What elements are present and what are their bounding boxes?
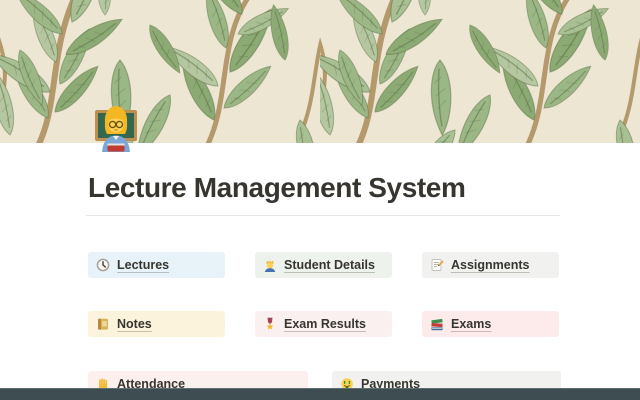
card-exam-results[interactable]: Exam Results [255,311,392,337]
page-icon-woman-teacher[interactable] [92,101,140,152]
card-exams[interactable]: Exams [422,311,559,337]
card-grid-top: Lectures Student Details Assignments Not… [88,252,560,337]
card-student-details[interactable]: Student Details [255,252,392,278]
bottom-bar [0,388,640,400]
card-lectures[interactable]: Lectures [88,252,225,278]
card-notes[interactable]: Notes [88,311,225,337]
memo-icon [430,258,444,272]
military-medal-icon [263,317,277,331]
card-label: Student Details [284,258,375,272]
prince-icon [263,258,277,272]
card-label: Assignments [451,258,530,272]
card-label: Exams [451,317,491,331]
page-title: Lecture Management System [88,171,560,205]
woman-teacher-icon [92,101,140,152]
notebook-icon [96,317,110,331]
card-label: Notes [117,317,152,331]
card-label: Lectures [117,258,169,272]
books-icon [430,317,444,331]
divider [86,215,560,216]
card-assignments[interactable]: Assignments [422,252,559,278]
clock-icon [96,258,110,272]
card-label: Exam Results [284,317,366,331]
